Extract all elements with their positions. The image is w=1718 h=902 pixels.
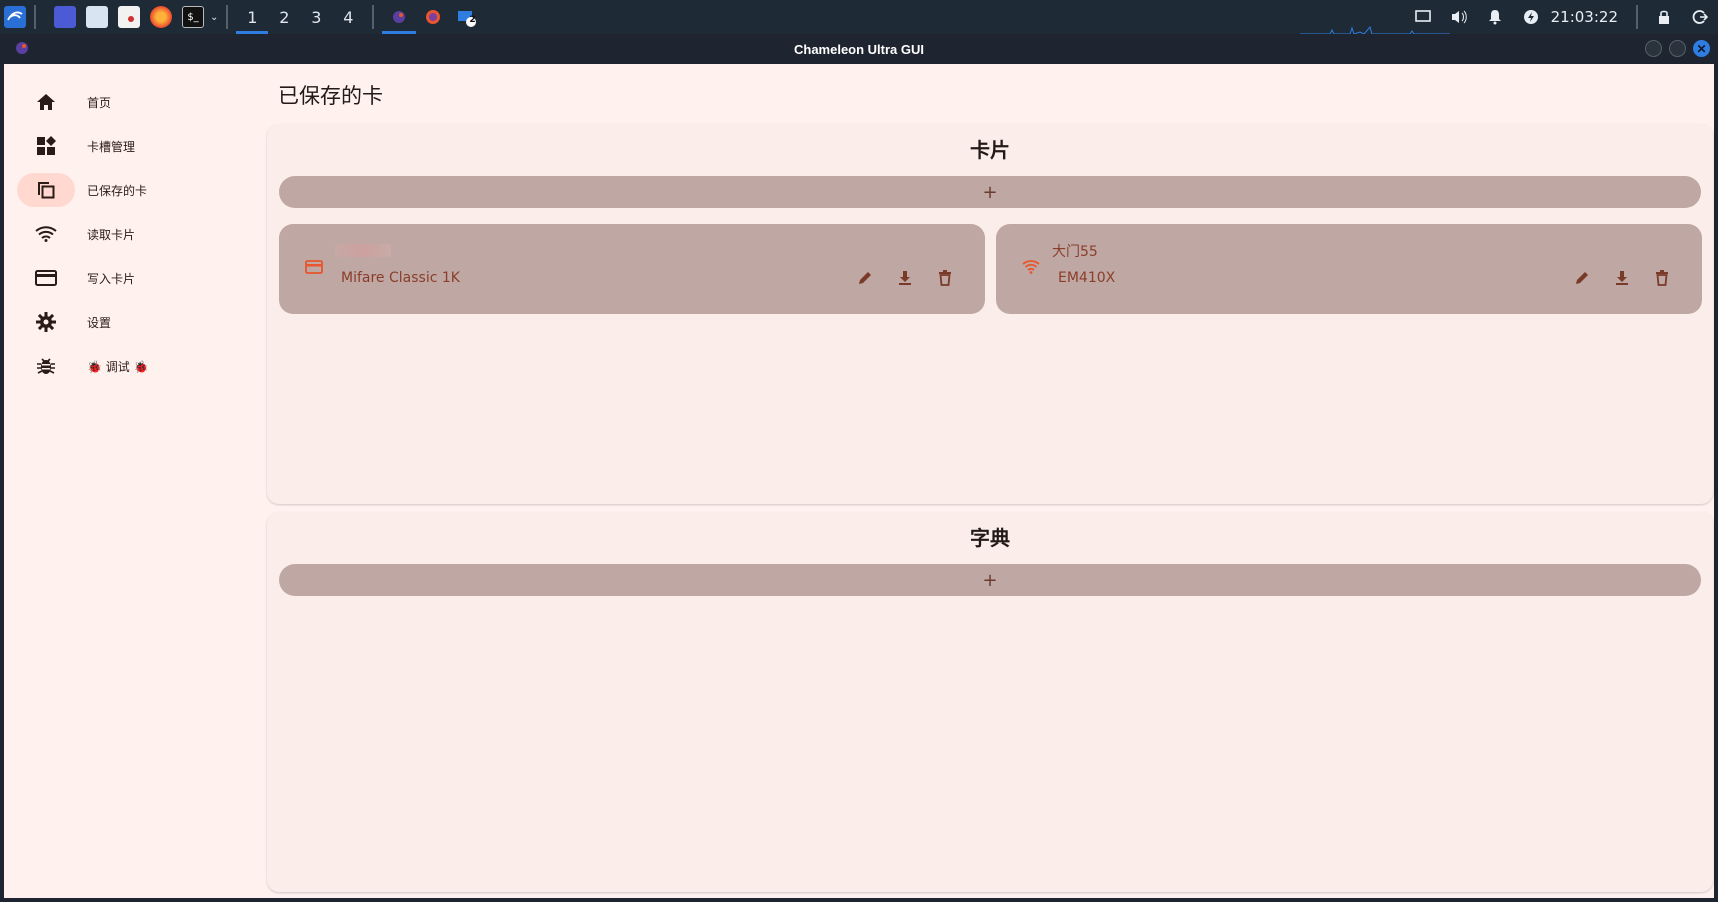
logout-icon[interactable] [1690,7,1710,27]
clock[interactable]: 21:03:22 [1551,8,1618,26]
card-name: 大门55 [1052,244,1098,260]
add-card-button[interactable]: + [279,176,1701,208]
page-title: 已保存的卡 [278,84,383,108]
plus-icon: + [982,569,998,591]
folder-window-icon[interactable]: 2 [450,0,484,34]
redacted-card-name [335,244,391,257]
plus-icon: + [982,181,998,203]
window-titlebar[interactable]: Chameleon Ultra GUI ✕ [4,34,1714,64]
wifi-icon [35,226,57,242]
nav-read-card[interactable]: 读取卡片 [17,216,257,252]
download-button[interactable] [1612,268,1632,288]
section-title: 字典 [970,526,1010,550]
display-icon[interactable] [1413,7,1433,27]
trash-icon [939,270,951,286]
nav-label: 写入卡片 [87,271,136,286]
nav-slot-manager[interactable]: 卡槽管理 [17,128,257,164]
app-content: 首页 卡槽管理 已保存的卡 读取卡片 写入卡片 设置 🐞 调试 🐞 已保存的卡 … [4,64,1714,898]
cards-panel: 卡片 + Mifare Classic 1K 大门55 EM410X [267,124,1713,504]
firefox-icon[interactable] [150,6,172,28]
close-button[interactable]: ✕ [1693,40,1710,57]
kali-menu-icon[interactable] [4,6,26,28]
delete-button[interactable] [1652,268,1672,288]
card-type: EM410X [1058,270,1116,286]
nav-label: 读取卡片 [87,227,136,242]
download-icon [899,271,911,285]
delete-button[interactable] [935,268,955,288]
nav-saved-cards[interactable]: 已保存的卡 [17,172,257,208]
trash-icon [1656,270,1668,286]
edit-button[interactable] [855,268,875,288]
sidebar: 首页 卡槽管理 已保存的卡 读取卡片 写入卡片 设置 🐞 调试 🐞 [4,64,259,898]
download-button[interactable] [895,268,915,288]
power-manager-icon[interactable] [1521,7,1541,27]
close-icon: ✕ [1696,41,1707,56]
nav-debug[interactable]: 🐞 调试 🐞 [17,348,257,384]
nav-label: 已保存的卡 [87,183,148,198]
firefox-window-icon[interactable] [416,0,450,34]
workspace-3[interactable]: 3 [300,0,332,34]
file-manager-icon[interactable] [86,6,108,28]
card-type: Mifare Classic 1K [341,270,460,286]
credit-card-icon [35,270,57,286]
dictionary-panel: 字典 + [267,512,1713,892]
pencil-icon [1576,272,1588,284]
app-window: Chameleon Ultra GUI ✕ 首页 卡槽管理 已保存的卡 读取卡片… [0,34,1718,902]
edit-button[interactable] [1572,268,1592,288]
nav-label: 🐞 调试 🐞 [87,359,149,374]
lock-icon[interactable] [1654,7,1674,27]
add-dictionary-button[interactable]: + [279,564,1701,596]
pencil-icon [859,272,871,284]
nav-label: 设置 [87,315,112,330]
workspace-2[interactable]: 2 [268,0,300,34]
taskbar-separator [372,5,375,29]
credit-card-icon [305,260,323,274]
text-editor-icon[interactable] [118,6,140,28]
section-title: 卡片 [970,138,1010,162]
bug-icon [37,358,55,374]
workspace-1[interactable]: 1 [236,0,269,34]
bell-icon[interactable] [1485,7,1505,27]
chameleon-app-icon[interactable] [382,0,417,34]
minimize-button[interactable] [1645,40,1662,57]
desktop-icon[interactable] [54,6,76,28]
download-icon [1616,271,1628,285]
taskbar-separator [34,5,36,29]
home-icon [37,94,55,110]
app-logo-icon [16,42,28,54]
terminal-icon[interactable]: $_ [182,6,204,28]
taskbar-separator [226,5,229,29]
window-count-badge: 2 [469,15,476,25]
wifi-icon [1022,260,1040,274]
window-title: Chameleon Ultra GUI [793,41,925,57]
taskbar-separator [1636,5,1638,29]
nav-write-card[interactable]: 写入卡片 [17,260,257,296]
dashboard-icon [37,136,56,155]
taskbar: $_ ⌄ 1 2 3 4 2 21:03:22 [0,0,1718,34]
chevron-down-icon[interactable]: ⌄ [210,12,218,23]
workspace-4[interactable]: 4 [332,0,364,34]
volume-icon[interactable] [1449,7,1469,27]
nav-label: 首页 [87,95,112,110]
card-item[interactable]: 大门55 EM410X [996,224,1702,314]
gear-icon [36,312,56,332]
maximize-button[interactable] [1669,40,1686,57]
copy-cards-icon [38,182,55,199]
nav-settings[interactable]: 设置 [17,304,257,340]
card-item[interactable]: Mifare Classic 1K [279,224,985,314]
nav-label: 卡槽管理 [87,139,136,154]
nav-home[interactable]: 首页 [17,84,257,120]
